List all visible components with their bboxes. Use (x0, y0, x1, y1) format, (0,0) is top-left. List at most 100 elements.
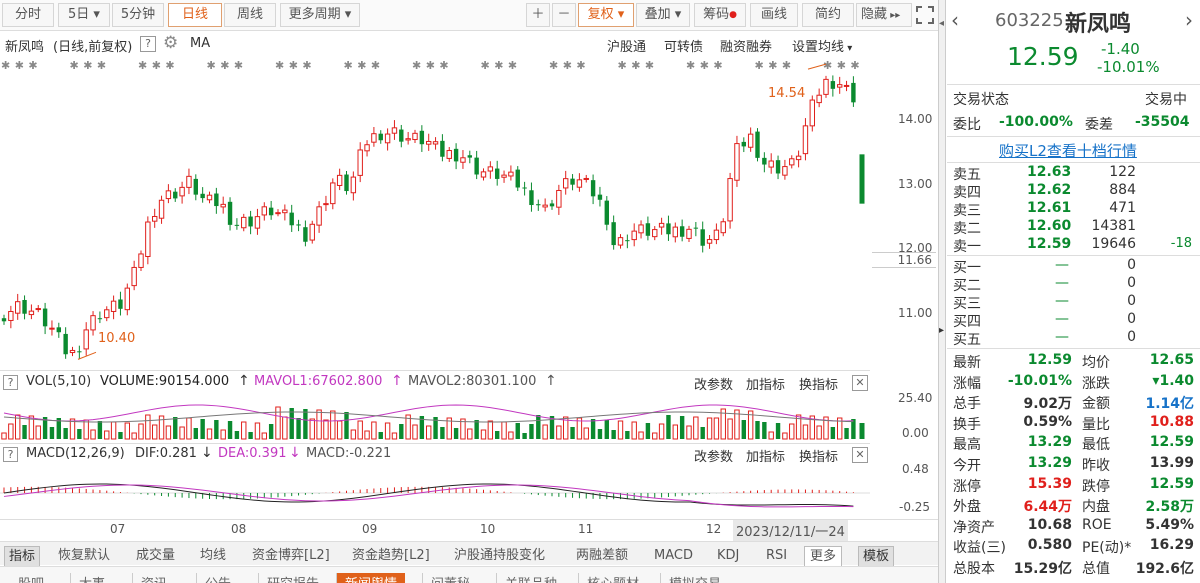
candlestick-chart[interactable]: ✱ ✱ ✱ ✱ ✱ ✱ ✱ ✱ ✱ ✱ ✱ ✱ ✱ ✱ ✱ ✱ ✱ ✱ ✱ ✱ ✱ ✱ ✱ ✱ ✱ ✱ ✱ ✱ ✱ ✱ ✱ ✱ ✱ ✱ ✱ ✱ ✱ ✱ ✱ (0, 55, 870, 365)
event-marker: ✱ (207, 59, 216, 72)
gear-icon[interactable]: ⚙ (163, 33, 178, 53)
macd-value: MACD:-0.221 (306, 446, 392, 461)
tab2-news[interactable]: 资讯 (132, 573, 175, 583)
candle-body (200, 193, 205, 199)
volume-bar (282, 416, 288, 440)
tab-macd[interactable]: MACD (654, 546, 693, 566)
period-weekly[interactable]: 周线 (224, 3, 276, 27)
tab-template[interactable]: 模板 (858, 546, 895, 568)
tab2-sim-trade[interactable]: 模拟交易 (660, 573, 729, 583)
volume-bar (124, 422, 130, 440)
tab-rsi[interactable]: RSI (766, 546, 787, 566)
tab-ma[interactable]: 均线 (200, 546, 226, 566)
link-margin[interactable]: 融资融券 (720, 36, 772, 55)
zoom-out-button[interactable]: － (552, 3, 576, 27)
overlay-button[interactable]: 叠加 ▾ (636, 3, 690, 27)
period-more[interactable]: 更多周期 ▾ (280, 3, 360, 27)
vol-close-icon[interactable]: ✕ (852, 375, 868, 391)
tab2-sentiment[interactable]: 新闻舆情 (336, 573, 406, 583)
zoom-in-button[interactable]: ＋ (526, 3, 550, 27)
volume-bar (700, 427, 705, 439)
candle-body (747, 133, 754, 148)
candle-body (487, 166, 494, 172)
volume-bar (583, 427, 589, 440)
sell-level-label: 卖五 (953, 167, 981, 183)
vol-switch-indicator[interactable]: 换指标 (799, 374, 838, 393)
hide-button[interactable]: 隐藏 ▸▸ (856, 3, 912, 27)
volume-bar (426, 425, 432, 440)
fuquan-label: 复权 (587, 7, 614, 22)
period-intraday[interactable]: 分时 (2, 3, 54, 27)
chevron-left-icon[interactable]: ◂ (939, 18, 944, 29)
tab-volume[interactable]: 成交量 (136, 546, 175, 566)
price-change: -1.40 (1101, 40, 1140, 58)
period-5day[interactable]: 5日 ▾ (58, 3, 110, 27)
chip-button[interactable]: 筹码● (694, 3, 746, 27)
candle-body (227, 201, 233, 225)
candle-body (118, 299, 123, 309)
volume-bar (529, 424, 534, 439)
fullscreen-icon[interactable] (916, 6, 934, 24)
stat-value: 15.39 (1027, 475, 1072, 492)
macd-close-icon[interactable]: ✕ (852, 447, 868, 463)
tab-indicator[interactable]: 指标 (4, 546, 41, 568)
tab-hugutong-holding[interactable]: 沪股通持股变化 (454, 546, 545, 566)
sell-level-volume: 14381 (1091, 218, 1136, 234)
vol-edit-params[interactable]: 改参数 (694, 374, 733, 393)
vol-mavol2: MAVOL2:80301.100 (408, 374, 537, 389)
simple-button[interactable]: 简约 (802, 3, 854, 27)
candle-body (254, 216, 261, 229)
link-convertible[interactable]: 可转债 (664, 36, 703, 55)
volume-bar (399, 424, 404, 439)
event-marker: ✱ (494, 59, 503, 72)
volume-bar (316, 409, 322, 440)
volume-bar (741, 420, 746, 439)
chevron-down-icon: ▾ (89, 7, 100, 22)
tab2-theme[interactable]: 核心题材 (578, 573, 647, 583)
candle-body (734, 143, 740, 181)
tab-kdj[interactable]: KDJ (717, 546, 739, 566)
period-5min[interactable]: 5分钟 (112, 3, 164, 27)
stat-label: 总股本 (953, 561, 995, 577)
tab2-guba[interactable]: 股吧 (10, 573, 52, 583)
tab2-research[interactable]: 研究报告 (258, 573, 327, 583)
volume-bar (1, 432, 7, 440)
chevron-right-icon[interactable]: ▸ (939, 325, 944, 336)
period-daily[interactable]: 日线 (168, 3, 222, 27)
set-ma-link[interactable]: 设置均线 ▾ (792, 36, 852, 55)
stat-label: 跌停 (1082, 478, 1110, 495)
vol-add-indicator[interactable]: 加指标 (746, 374, 785, 393)
candle-body (371, 133, 377, 143)
help-icon[interactable]: ? (140, 36, 156, 52)
tab2-events[interactable]: 大事 (70, 573, 113, 583)
stat-label: 涨跌 (1082, 375, 1110, 392)
event-marker: ✱ (344, 59, 353, 72)
sell-level-price: 12.63 (1027, 164, 1072, 180)
vol-divider (0, 370, 870, 371)
tab2-notice[interactable]: 公告 (196, 573, 239, 583)
volume-bar (830, 427, 836, 439)
buy-level-price: — (1055, 275, 1069, 291)
event-marker: ✱ (15, 59, 24, 72)
tab-margin-diff[interactable]: 两融差额 (576, 546, 628, 566)
tab-fund-trend[interactable]: 资金趋势[L2] (352, 546, 430, 566)
arrow-right-icon[interactable]: › (1185, 8, 1193, 32)
tab-more[interactable]: 更多 (804, 546, 843, 568)
divider (947, 84, 1200, 85)
tab2-ask-secretary[interactable]: 问董秘 (422, 573, 478, 583)
arrow-left-icon[interactable]: ‹ (951, 8, 959, 32)
buy-l2-link[interactable]: 购买L2查看十档行情 (999, 140, 1137, 161)
stat-value: 13.29 (1027, 434, 1072, 451)
fuquan-button[interactable]: 复权 ▾ (578, 3, 634, 27)
tab-fund-game[interactable]: 资金博弈[L2] (252, 546, 330, 566)
vol-help-icon[interactable]: ? (3, 375, 18, 390)
link-hugutong[interactable]: 沪股通 (607, 36, 646, 55)
tab2-related[interactable]: 关联品种 (496, 573, 565, 583)
tab-reset-default[interactable]: 恢复默认 (58, 546, 110, 566)
draw-line-button[interactable]: 画线 (750, 3, 798, 27)
macd-help-icon[interactable]: ? (3, 447, 18, 462)
stat-value: 13.99 (1149, 455, 1194, 471)
panel-splitter[interactable] (938, 0, 946, 583)
sell-level-label: 卖四 (953, 185, 981, 201)
sell-level-volume: 471 (1109, 200, 1136, 216)
